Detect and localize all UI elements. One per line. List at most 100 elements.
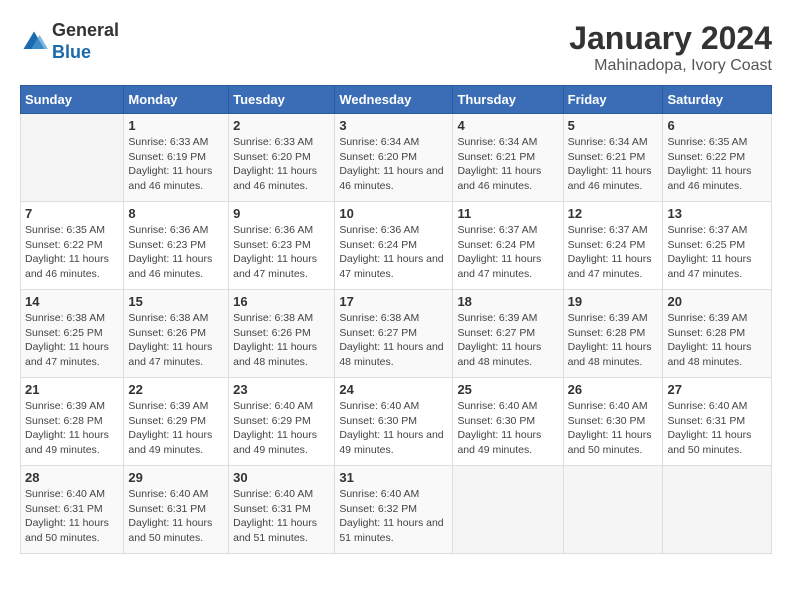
calendar-cell: 30Sunrise: 6:40 AM Sunset: 6:31 PM Dayli… [229, 466, 335, 554]
day-info: Sunrise: 6:34 AM Sunset: 6:21 PM Dayligh… [457, 135, 558, 194]
day-info: Sunrise: 6:38 AM Sunset: 6:25 PM Dayligh… [25, 311, 119, 370]
calendar-cell [563, 466, 663, 554]
logo-text: General Blue [52, 20, 119, 63]
day-info: Sunrise: 6:40 AM Sunset: 6:32 PM Dayligh… [339, 487, 448, 546]
day-number: 17 [339, 294, 448, 309]
day-info: Sunrise: 6:38 AM Sunset: 6:27 PM Dayligh… [339, 311, 448, 370]
calendar-week-row: 21Sunrise: 6:39 AM Sunset: 6:28 PM Dayli… [21, 378, 772, 466]
calendar-cell: 29 Sunrise: 6:40 AM Sunset: 6:31 PM Dayli… [124, 466, 229, 554]
calendar-cell: 8 Sunrise: 6:36 AM Sunset: 6:23 PM Daylig… [124, 202, 229, 290]
calendar-cell: 17 Sunrise: 6:38 AM Sunset: 6:27 PM Dayli… [335, 290, 453, 378]
day-info: Sunrise: 6:40 AM Sunset: 6:31 PM Dayligh… [667, 399, 767, 458]
calendar-cell: 12 Sunrise: 6:37 AM Sunset: 6:24 PM Dayli… [563, 202, 663, 290]
subtitle: Mahinadopa, Ivory Coast [569, 57, 772, 75]
calendar-cell: 1 Sunrise: 6:33 AM Sunset: 6:19 PM Daylig… [124, 114, 229, 202]
header-wednesday: Wednesday [335, 86, 453, 114]
day-info: Sunrise: 6:35 AM Sunset: 6:22 PM Dayligh… [25, 223, 119, 282]
day-number: 26 [568, 382, 659, 397]
day-info: Sunrise: 6:34 AM Sunset: 6:20 PM Dayligh… [339, 135, 448, 194]
day-info: Sunrise: 6:40 AM Sunset: 6:29 PM Dayligh… [233, 399, 330, 458]
logo-blue: Blue [52, 42, 91, 62]
calendar-cell: 3 Sunrise: 6:34 AM Sunset: 6:20 PM Daylig… [335, 114, 453, 202]
day-number: 11 [457, 206, 558, 221]
calendar-cell: 28Sunrise: 6:40 AM Sunset: 6:31 PM Dayli… [21, 466, 124, 554]
day-number: 19 [568, 294, 659, 309]
day-number: 6 [667, 118, 767, 133]
day-number: 18 [457, 294, 558, 309]
calendar-cell: 25 Sunrise: 6:40 AM Sunset: 6:30 PM Dayli… [453, 378, 563, 466]
calendar-cell: 24Sunrise: 6:40 AM Sunset: 6:30 PM Dayli… [335, 378, 453, 466]
day-info: Sunrise: 6:33 AM Sunset: 6:20 PM Dayligh… [233, 135, 330, 194]
calendar-cell: 23Sunrise: 6:40 AM Sunset: 6:29 PM Dayli… [229, 378, 335, 466]
calendar-cell [453, 466, 563, 554]
day-info: Sunrise: 6:40 AM Sunset: 6:31 PM Dayligh… [128, 487, 224, 546]
header-saturday: Saturday [663, 86, 772, 114]
calendar-cell: 5 Sunrise: 6:34 AM Sunset: 6:21 PM Daylig… [563, 114, 663, 202]
calendar-cell: 9 Sunrise: 6:36 AM Sunset: 6:23 PM Daylig… [229, 202, 335, 290]
day-info: Sunrise: 6:40 AM Sunset: 6:31 PM Dayligh… [25, 487, 119, 546]
day-info: Sunrise: 6:39 AM Sunset: 6:27 PM Dayligh… [457, 311, 558, 370]
logo-icon [20, 28, 48, 56]
day-info: Sunrise: 6:40 AM Sunset: 6:30 PM Dayligh… [568, 399, 659, 458]
day-info: Sunrise: 6:38 AM Sunset: 6:26 PM Dayligh… [128, 311, 224, 370]
day-number: 16 [233, 294, 330, 309]
header-thursday: Thursday [453, 86, 563, 114]
calendar-header-row: SundayMondayTuesdayWednesdayThursdayFrid… [21, 86, 772, 114]
calendar-cell: 26 Sunrise: 6:40 AM Sunset: 6:30 PM Dayli… [563, 378, 663, 466]
calendar-cell: 14Sunrise: 6:38 AM Sunset: 6:25 PM Dayli… [21, 290, 124, 378]
day-number: 31 [339, 470, 448, 485]
day-number: 25 [457, 382, 558, 397]
day-info: Sunrise: 6:40 AM Sunset: 6:31 PM Dayligh… [233, 487, 330, 546]
day-number: 3 [339, 118, 448, 133]
page-header: General Blue January 2024 Mahinadopa, Iv… [20, 20, 772, 75]
header-tuesday: Tuesday [229, 86, 335, 114]
day-info: Sunrise: 6:37 AM Sunset: 6:24 PM Dayligh… [457, 223, 558, 282]
calendar-cell: 22 Sunrise: 6:39 AM Sunset: 6:29 PM Dayli… [124, 378, 229, 466]
day-number: 13 [667, 206, 767, 221]
day-number: 29 [128, 470, 224, 485]
day-number: 1 [128, 118, 224, 133]
calendar-cell: 31 Sunrise: 6:40 AM Sunset: 6:32 PM Dayli… [335, 466, 453, 554]
calendar-cell [21, 114, 124, 202]
main-title: January 2024 [569, 20, 772, 57]
calendar-week-row: 28Sunrise: 6:40 AM Sunset: 6:31 PM Dayli… [21, 466, 772, 554]
day-info: Sunrise: 6:39 AM Sunset: 6:29 PM Dayligh… [128, 399, 224, 458]
day-number: 9 [233, 206, 330, 221]
day-number: 8 [128, 206, 224, 221]
calendar-week-row: 1 Sunrise: 6:33 AM Sunset: 6:19 PM Daylig… [21, 114, 772, 202]
header-monday: Monday [124, 86, 229, 114]
calendar-cell: 10Sunrise: 6:36 AM Sunset: 6:24 PM Dayli… [335, 202, 453, 290]
calendar-cell: 19 Sunrise: 6:39 AM Sunset: 6:28 PM Dayli… [563, 290, 663, 378]
calendar-cell: 16 Sunrise: 6:38 AM Sunset: 6:26 PM Dayli… [229, 290, 335, 378]
calendar-cell: 6Sunrise: 6:35 AM Sunset: 6:22 PM Daylig… [663, 114, 772, 202]
day-info: Sunrise: 6:34 AM Sunset: 6:21 PM Dayligh… [568, 135, 659, 194]
calendar-cell: 13 Sunrise: 6:37 AM Sunset: 6:25 PM Dayli… [663, 202, 772, 290]
day-info: Sunrise: 6:37 AM Sunset: 6:25 PM Dayligh… [667, 223, 767, 282]
day-info: Sunrise: 6:33 AM Sunset: 6:19 PM Dayligh… [128, 135, 224, 194]
day-number: 10 [339, 206, 448, 221]
day-number: 22 [128, 382, 224, 397]
day-info: Sunrise: 6:36 AM Sunset: 6:23 PM Dayligh… [128, 223, 224, 282]
day-number: 4 [457, 118, 558, 133]
calendar-cell: 27 Sunrise: 6:40 AM Sunset: 6:31 PM Dayli… [663, 378, 772, 466]
day-number: 5 [568, 118, 659, 133]
day-info: Sunrise: 6:40 AM Sunset: 6:30 PM Dayligh… [457, 399, 558, 458]
calendar-cell: 18 Sunrise: 6:39 AM Sunset: 6:27 PM Dayli… [453, 290, 563, 378]
day-number: 27 [667, 382, 767, 397]
calendar-cell: 21Sunrise: 6:39 AM Sunset: 6:28 PM Dayli… [21, 378, 124, 466]
day-info: Sunrise: 6:37 AM Sunset: 6:24 PM Dayligh… [568, 223, 659, 282]
title-block: January 2024 Mahinadopa, Ivory Coast [569, 20, 772, 75]
header-sunday: Sunday [21, 86, 124, 114]
day-number: 12 [568, 206, 659, 221]
day-info: Sunrise: 6:40 AM Sunset: 6:30 PM Dayligh… [339, 399, 448, 458]
day-info: Sunrise: 6:38 AM Sunset: 6:26 PM Dayligh… [233, 311, 330, 370]
day-info: Sunrise: 6:39 AM Sunset: 6:28 PM Dayligh… [568, 311, 659, 370]
day-info: Sunrise: 6:36 AM Sunset: 6:23 PM Dayligh… [233, 223, 330, 282]
calendar-cell: 20Sunrise: 6:39 AM Sunset: 6:28 PM Dayli… [663, 290, 772, 378]
day-number: 20 [667, 294, 767, 309]
logo: General Blue [20, 20, 119, 63]
calendar-table: SundayMondayTuesdayWednesdayThursdayFrid… [20, 85, 772, 554]
calendar-cell: 4 Sunrise: 6:34 AM Sunset: 6:21 PM Daylig… [453, 114, 563, 202]
calendar-cell: 11 Sunrise: 6:37 AM Sunset: 6:24 PM Dayli… [453, 202, 563, 290]
calendar-cell [663, 466, 772, 554]
